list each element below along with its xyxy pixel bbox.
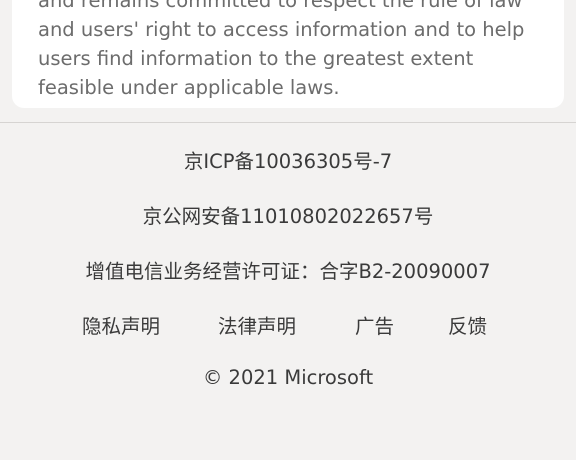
info-line: users find information to the greatest e… bbox=[38, 47, 474, 70]
icp-registration-text[interactable]: 京ICP备10036305号-7 bbox=[0, 145, 576, 174]
info-line: feasible under applicable laws. bbox=[38, 76, 340, 99]
info-line: and users' right to access information a… bbox=[38, 18, 525, 41]
public-security-registration-text[interactable]: 京公网安备11010802022657号 bbox=[0, 200, 576, 229]
info-line: and remains committed to respect the rul… bbox=[38, 0, 523, 12]
footer-divider bbox=[0, 122, 576, 123]
feedback-link[interactable]: 反馈 bbox=[448, 310, 487, 339]
copyright-text: © 2021 Microsoft bbox=[202, 366, 374, 389]
info-paragraph: and remains committed to respect the rul… bbox=[38, 0, 538, 102]
legal-statement-link[interactable]: 法律声明 bbox=[218, 310, 296, 339]
telecom-license-text: 增值电信业务经营许可证：合字B2-20090007 bbox=[85, 260, 491, 283]
footer-links: 隐私声明 法律声明 广告 反馈 bbox=[0, 310, 576, 338]
info-card: and remains committed to respect the rul… bbox=[12, 0, 564, 108]
advertising-link[interactable]: 广告 bbox=[355, 310, 394, 339]
privacy-statement-link[interactable]: 隐私声明 bbox=[82, 310, 160, 339]
